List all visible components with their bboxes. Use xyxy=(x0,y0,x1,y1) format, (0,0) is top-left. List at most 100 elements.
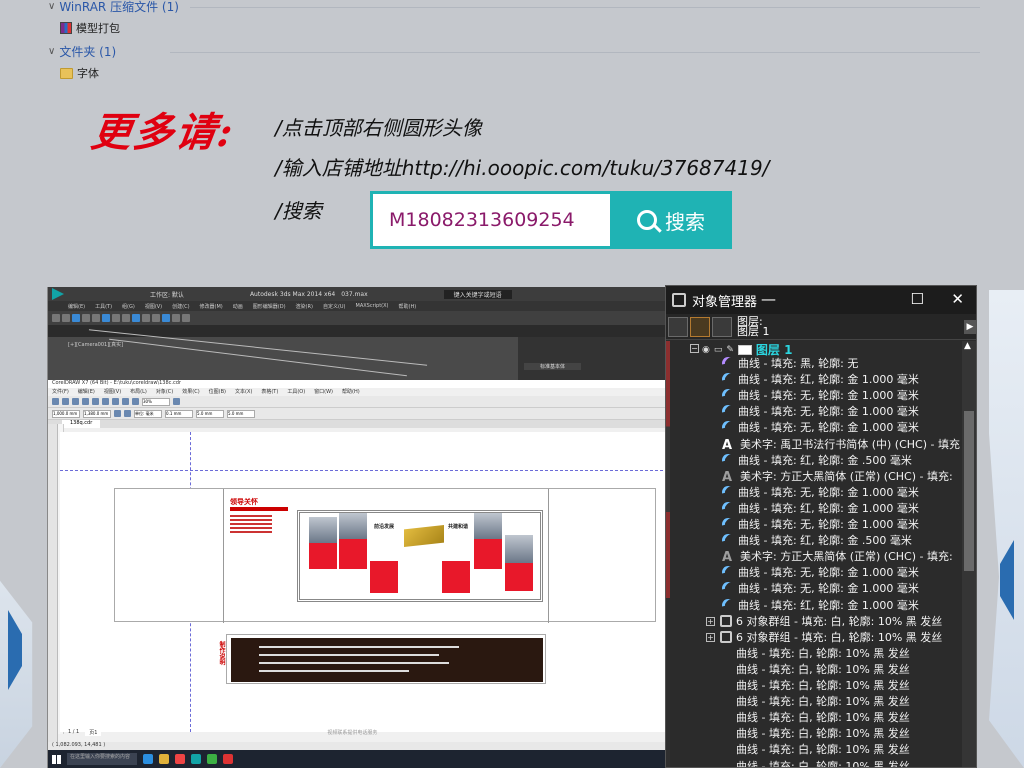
import-icon[interactable] xyxy=(122,398,129,405)
object-row[interactable]: 曲线 - 填充: 红, 轮廓: 金 1.000 毫米 xyxy=(719,499,919,517)
command-panel-label[interactable]: 标准基本体 xyxy=(524,363,582,370)
nudge-field[interactable]: 0.1 mm xyxy=(165,409,193,418)
shop-search-input[interactable]: M18082313609254 xyxy=(370,191,610,249)
menu-item[interactable]: 视图(V) xyxy=(145,303,162,310)
tool-render-setup-icon[interactable] xyxy=(172,314,180,322)
zoom-select[interactable]: 30% xyxy=(142,397,170,406)
shop-search-button[interactable]: 搜索 xyxy=(610,191,732,249)
export-icon[interactable] xyxy=(132,398,139,405)
3dsmax-workspace[interactable]: 工作区: 默认 xyxy=(150,290,184,299)
windows-start-icon[interactable] xyxy=(52,754,61,764)
chevron-down-icon[interactable]: ∨ xyxy=(48,46,55,57)
collapse-toggle-icon[interactable]: − xyxy=(690,344,699,353)
3dsmax-viewport[interactable]: [+][Camera001][真实] xyxy=(48,329,518,383)
object-row[interactable]: 曲线 - 填充: 无, 轮廓: 金 1.000 毫米 xyxy=(719,419,919,436)
page-count[interactable]: 1 / 1 xyxy=(68,729,79,736)
object-row[interactable]: 曲线 - 填充: 白, 轮廓: 10% 黑 发丝 xyxy=(736,693,910,709)
menu-item[interactable]: 帮助(H) xyxy=(342,388,360,396)
object-row[interactable]: 曲线 - 填充: 无, 轮廓: 金 1.000 毫米 xyxy=(719,403,919,420)
object-row[interactable]: 曲线 - 填充: 白, 轮廓: 10% 黑 发丝 xyxy=(736,661,910,677)
print-icon[interactable] xyxy=(82,398,89,405)
menu-item[interactable]: 工具(O) xyxy=(287,388,305,396)
menu-item[interactable]: 位图(B) xyxy=(209,388,226,396)
chevron-down-icon[interactable]: ∨ xyxy=(48,1,55,12)
object-row[interactable]: A 美术字: 方正大黑简体 (正常) (CHC) - 填充: xyxy=(722,548,953,565)
duplicate-distance-y[interactable]: 5.0 mm xyxy=(227,409,255,418)
chrome-icon[interactable] xyxy=(175,754,185,764)
menu-item[interactable]: MAXScript(X) xyxy=(356,303,389,309)
object-row[interactable]: 曲线 - 填充: 白, 轮廓: 10% 黑 发丝 xyxy=(736,758,910,768)
lock-edit-icon[interactable]: ✎ xyxy=(726,345,734,355)
tab-document[interactable]: 138q.cdr xyxy=(62,420,101,428)
menu-item[interactable]: 窗口(W) xyxy=(314,388,333,396)
tool-material-icon[interactable] xyxy=(162,314,170,322)
file-explorer-icon[interactable] xyxy=(159,754,169,764)
edge-icon[interactable] xyxy=(143,754,153,764)
expand-toggle-icon[interactable]: + xyxy=(706,632,715,642)
object-row[interactable]: 曲线 - 填充: 红, 轮廓: 金 1.000 毫米 xyxy=(719,370,919,388)
page-width-field[interactable]: 1,000.0 mm xyxy=(52,409,80,418)
menu-item[interactable]: 编辑(E) xyxy=(78,388,95,396)
tool-snap-icon[interactable] xyxy=(112,314,120,322)
layer-color-swatch[interactable] xyxy=(737,344,752,355)
tool-move-icon[interactable] xyxy=(82,314,90,322)
paste-icon[interactable] xyxy=(112,398,119,405)
taskbar-search[interactable]: 在这里输入你要搜索的内容 xyxy=(67,753,137,765)
tool-angle-snap-icon[interactable] xyxy=(122,314,130,322)
menu-item[interactable]: 图形编辑器(D) xyxy=(253,303,286,310)
maximize-icon[interactable]: ☐ xyxy=(911,290,924,308)
tool-mirror-icon[interactable] xyxy=(132,314,140,322)
scroll-up-icon[interactable]: ▲ xyxy=(964,341,971,351)
object-row[interactable]: 曲线 - 填充: 无, 轮廓: 金 1.000 毫米 xyxy=(719,564,919,581)
tool-redo-icon[interactable] xyxy=(62,314,70,322)
menu-item[interactable]: 创建(C) xyxy=(172,303,189,310)
menu-item[interactable]: 自定义(U) xyxy=(323,303,346,310)
object-row[interactable]: 曲线 - 填充: 白, 轮廓: 10% 黑 发丝 xyxy=(736,709,910,725)
scrollbar-thumb[interactable] xyxy=(964,411,974,571)
tool-select-icon[interactable] xyxy=(72,314,80,322)
design-page-1[interactable]: 领导关怀 前沿发展 共建和谐 xyxy=(114,488,656,623)
show-object-properties-icon[interactable] xyxy=(690,317,710,337)
file-item-rar[interactable]: 模型打包 xyxy=(60,20,120,36)
panel-arrow-icon[interactable]: ▶ xyxy=(964,320,976,334)
open-icon[interactable] xyxy=(62,398,69,405)
tool-render-icon[interactable] xyxy=(182,314,190,322)
object-row[interactable]: 6 对象群组 - 填充: 白, 轮廓: 10% 黑 发丝 xyxy=(720,629,942,645)
object-row[interactable]: 曲线 - 填充: 红, 轮廓: 金 .500 毫米 xyxy=(719,451,912,468)
minimize-icon[interactable]: — xyxy=(761,290,776,308)
menu-item[interactable]: 布局(L) xyxy=(130,388,147,396)
tool-rotate-icon[interactable] xyxy=(92,314,100,322)
cut-icon[interactable] xyxy=(92,398,99,405)
group-winrar[interactable]: ∨ WinRAR 压缩文件 (1) xyxy=(48,0,179,15)
group-folder[interactable]: ∨ 文件夹 (1) xyxy=(48,43,116,60)
tool-layer-icon[interactable] xyxy=(152,314,160,322)
menu-item[interactable]: 视图(V) xyxy=(104,388,121,396)
landscape-icon[interactable] xyxy=(124,410,131,417)
new-document-icon[interactable] xyxy=(52,398,59,405)
menu-item[interactable]: 文件(F) xyxy=(52,388,69,396)
menu-item[interactable]: 工具(T) xyxy=(95,303,112,310)
tool-scale-icon[interactable] xyxy=(102,314,110,322)
object-row[interactable]: 曲线 - 填充: 无, 轮廓: 金 1.000 毫米 xyxy=(719,580,919,597)
wechat-icon[interactable] xyxy=(207,754,217,764)
design-page-2[interactable]: 制作说明 xyxy=(218,634,546,684)
portrait-icon[interactable] xyxy=(114,410,121,417)
object-row[interactable]: A 美术字: 方正大黑简体 (正常) (CHC) - 填充: xyxy=(722,468,953,485)
expand-toggle-icon[interactable]: + xyxy=(706,616,715,626)
object-row[interactable]: 曲线 - 填充: 白, 轮廓: 10% 黑 发丝 xyxy=(736,677,910,693)
menu-item[interactable]: 修改器(M) xyxy=(200,303,223,310)
menu-item[interactable]: 效果(C) xyxy=(182,388,199,396)
coreldraw-taskbar-icon[interactable] xyxy=(223,754,233,764)
guideline-horizontal[interactable] xyxy=(60,470,667,471)
menu-item[interactable]: 组(G) xyxy=(122,303,135,310)
snap-icon[interactable] xyxy=(173,398,180,405)
units-select[interactable]: 单位: 毫米 xyxy=(134,409,162,418)
file-item-folder[interactable]: 字体 xyxy=(60,65,99,81)
tool-undo-icon[interactable] xyxy=(52,314,60,322)
menu-item[interactable]: 文本(X) xyxy=(235,388,252,396)
3dsmax-logo-icon[interactable] xyxy=(52,288,64,300)
object-row[interactable]: 曲线 - 填充: 白, 轮廓: 10% 黑 发丝 xyxy=(736,725,910,741)
menu-item[interactable]: 动画 xyxy=(233,303,243,310)
object-row[interactable]: A 美术字: 禹卫书法行书简体 (中) (CHC) - 填充 xyxy=(722,436,960,453)
object-row[interactable]: 曲线 - 填充: 白, 轮廓: 10% 黑 发丝 xyxy=(736,645,910,661)
